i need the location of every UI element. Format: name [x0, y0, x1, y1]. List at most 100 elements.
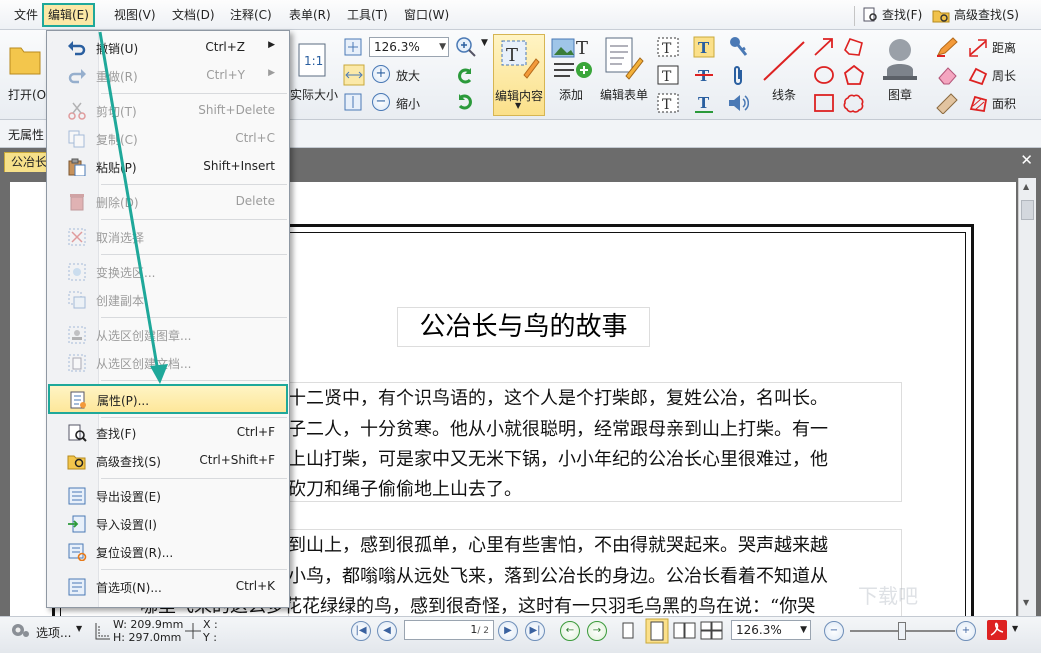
menu-item-delete[interactable]: 删除(D) Delete [49, 189, 287, 215]
actual-size-label[interactable]: 实际大小 [290, 86, 338, 103]
chevron-down-icon[interactable]: ▼ [481, 38, 488, 48]
arrow-tool-icon[interactable] [812, 36, 836, 58]
menu-file[interactable]: 文件 [10, 5, 42, 25]
fit-visible-icon[interactable] [343, 92, 363, 112]
menu-edit[interactable]: 编辑(E) [42, 3, 95, 27]
sound-icon[interactable] [727, 92, 749, 114]
distance-icon[interactable] [967, 38, 989, 58]
menu-item-copy[interactable]: 复制(C) Ctrl+C [49, 126, 287, 152]
forward-view-button[interactable]: → [587, 621, 607, 641]
menu-item-preferences[interactable]: 首选项(N)... Ctrl+K [49, 574, 287, 600]
zoom-in-label[interactable]: 放大 [396, 67, 420, 84]
line-tool-icon[interactable] [760, 38, 808, 84]
polygon-tool-icon[interactable] [842, 64, 866, 86]
vertical-scrollbar[interactable]: ▲ ▼ [1018, 178, 1036, 616]
strikeout-icon[interactable]: T [693, 64, 715, 86]
perimeter-icon[interactable] [967, 66, 989, 86]
gear-icon[interactable] [8, 620, 32, 640]
fit-page-icon[interactable] [343, 37, 363, 57]
rectangle-tool-icon[interactable] [812, 92, 836, 114]
underline-text-icon[interactable]: T [693, 92, 715, 114]
rotate-right-icon[interactable] [454, 92, 476, 112]
menu-item-undo[interactable]: 撤销(U) Ctrl+Z ▶ [49, 35, 287, 61]
zoom-out-icon[interactable]: − [372, 93, 390, 111]
menu-item-redo[interactable]: 重做(R) Ctrl+Y ▶ [49, 63, 287, 89]
line-label[interactable]: 线条 [772, 86, 796, 103]
menu-item-advanced-find[interactable]: 高级查找(S) Ctrl+Shift+F [49, 448, 287, 474]
zoom-slider-thumb[interactable] [898, 622, 906, 640]
menu-item-paste[interactable]: 粘贴(P) Shift+Insert [49, 154, 287, 180]
open-button-label[interactable]: 打开(O) [8, 86, 51, 103]
zoom-select[interactable]: 126.3% ▼ [369, 37, 449, 57]
back-view-button[interactable]: ← [560, 621, 580, 641]
first-page-button[interactable]: |◀ [351, 621, 371, 641]
scroll-down-icon[interactable]: ▼ [1023, 598, 1029, 607]
edit-content-button[interactable]: T 编辑内容 ▼ [493, 34, 545, 116]
rotate-left-icon[interactable] [454, 66, 476, 86]
attachment-icon[interactable] [730, 64, 746, 88]
continuous-facing-icon[interactable] [700, 621, 724, 641]
menu-item-export-settings[interactable]: 导出设置(E) [49, 483, 287, 509]
zoom-in-icon[interactable]: + [372, 65, 390, 83]
eraser-icon[interactable] [935, 64, 961, 86]
typewriter-icon[interactable]: T [693, 36, 715, 58]
menu-item-reset-settings[interactable]: 复位设置(R)... [49, 539, 287, 565]
menu-item-cut[interactable]: 剪切(T) Shift+Delete [49, 98, 287, 124]
menu-comment[interactable]: 注释(C) [226, 5, 276, 25]
menu-item-properties[interactable]: 属性(P)... [48, 384, 288, 414]
document-title[interactable]: 公冶长与鸟的故事 [397, 307, 650, 347]
cloud-tool-icon[interactable] [842, 92, 866, 114]
chevron-down-icon[interactable]: ▼ [1012, 624, 1018, 633]
text-box-icon[interactable]: T [657, 64, 679, 86]
polygon-line-icon[interactable] [842, 36, 866, 58]
menu-item-find[interactable]: 查找(F) Ctrl+F [49, 420, 287, 446]
fit-width-icon[interactable] [343, 64, 365, 86]
single-page-icon[interactable] [620, 621, 636, 641]
page-number-input[interactable]: 1/ 2 [404, 620, 494, 640]
stamp-label[interactable]: 图章 [888, 86, 912, 103]
menu-item-stamp-from-selection[interactable]: 从选区创建图章... [49, 322, 287, 348]
zoom-out-label[interactable]: 缩小 [396, 95, 420, 112]
menu-item-doc-from-selection[interactable]: 从选区创建文档... [49, 350, 287, 376]
scroll-up-icon[interactable]: ▲ [1023, 182, 1029, 191]
quick-advanced-find-button[interactable]: 高级查找(S) [932, 5, 1019, 25]
menu-item-transform-selection[interactable]: 变换选区... [49, 259, 287, 285]
zoom-out-button[interactable]: − [824, 621, 844, 641]
area-label[interactable]: 面积 [992, 95, 1016, 112]
ellipse-tool-icon[interactable] [812, 64, 836, 86]
open-folder-icon[interactable] [8, 40, 42, 76]
perimeter-label[interactable]: 周长 [992, 67, 1016, 84]
close-icon[interactable]: ✕ [1020, 151, 1033, 169]
menu-item-import-settings[interactable]: 导入设置(I) [49, 511, 287, 537]
status-zoom-select[interactable]: 126.3% ▼ [731, 620, 811, 640]
menu-item-deselect[interactable]: 取消选择 [49, 224, 287, 250]
pdf-icon[interactable] [986, 619, 1008, 641]
menu-item-duplicate[interactable]: 创建副本 [49, 287, 287, 313]
chevron-down-icon[interactable]: ▼ [76, 624, 82, 633]
key-icon[interactable] [727, 34, 749, 60]
zoom-in-magnifier-icon[interactable] [455, 36, 477, 58]
menu-tools[interactable]: 工具(T) [343, 5, 392, 25]
next-page-button[interactable]: ▶ [498, 621, 518, 641]
facing-pages-icon[interactable] [673, 621, 697, 641]
menu-window[interactable]: 窗口(W) [400, 5, 453, 25]
previous-page-button[interactable]: ◀ [377, 621, 397, 641]
distance-label[interactable]: 距离 [992, 39, 1016, 56]
area-icon[interactable] [967, 94, 989, 114]
add-label[interactable]: 添加 [559, 86, 583, 103]
stamp-icon[interactable] [877, 36, 923, 82]
zoom-in-button[interactable]: + [956, 621, 976, 641]
continuous-page-icon[interactable] [645, 618, 669, 644]
menu-document[interactable]: 文档(D) [168, 5, 219, 25]
quick-find-button[interactable]: 查找(F) [862, 5, 922, 25]
scrollbar-thumb[interactable] [1021, 200, 1034, 220]
ruler-icon[interactable] [935, 92, 961, 114]
pencil-icon[interactable] [935, 36, 961, 58]
menu-form[interactable]: 表单(R) [285, 5, 335, 25]
edit-form-icon[interactable] [604, 36, 648, 80]
actual-size-icon[interactable]: 1:1 [296, 42, 330, 78]
last-page-button[interactable]: ▶| [525, 621, 545, 641]
text-field-icon[interactable]: T [657, 36, 679, 58]
edit-form-label[interactable]: 编辑表单 [600, 86, 648, 103]
add-content-icon[interactable]: T [550, 36, 596, 82]
